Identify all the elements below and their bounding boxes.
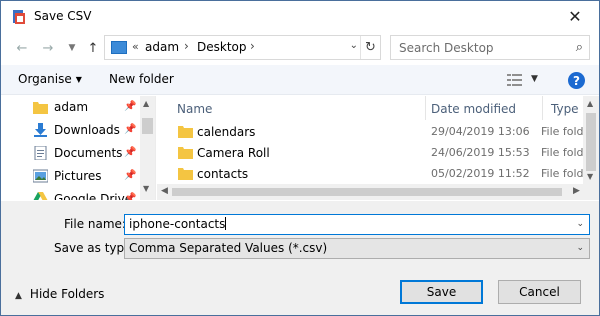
file-row[interactable]: calendars 29/04/2019 13:06 File folder [157, 122, 595, 143]
view-options-icon[interactable] [507, 73, 523, 87]
pin-icon[interactable]: 📌 [124, 170, 136, 184]
desktop-icon [111, 41, 127, 54]
pin-icon[interactable]: 📌 [124, 147, 136, 161]
breadcrumb-separator-icon[interactable]: › [184, 39, 189, 53]
folder-icon [178, 168, 193, 180]
file-name-value: iphone-contacts [129, 217, 226, 231]
scrollbar-thumb[interactable] [142, 118, 153, 134]
hide-folders-button[interactable]: ▲ Hide Folders [15, 287, 104, 301]
google-drive-icon [33, 192, 48, 200]
up-button[interactable]: ↑ [84, 39, 102, 57]
chevron-down-icon: ▼ [68, 43, 76, 53]
file-name-field[interactable]: iphone-contacts ⌄ [124, 214, 590, 235]
scrollbar-thumb[interactable] [586, 113, 596, 171]
breadcrumb-separator-icon[interactable]: › [250, 39, 255, 53]
breadcrumb-desktop[interactable]: Desktop [197, 40, 247, 54]
forward-button[interactable]: → [39, 39, 57, 57]
title-bar: Save CSV ✕ [1, 1, 599, 31]
scroll-right-icon[interactable]: ▶ [573, 186, 580, 196]
address-overflow[interactable]: « [132, 40, 139, 53]
navigation-row: ← → ▼ ↑ « adam › Desktop › ⌄ ↻ Search De… [1, 33, 599, 63]
text-caret [225, 217, 227, 230]
save-as-type-select[interactable]: Comma Separated Values (*.csv) ⌄ [124, 238, 590, 259]
chevron-down-icon[interactable]: ⌄ [576, 219, 584, 229]
scrollbar-thumb[interactable] [172, 188, 562, 196]
column-separator[interactable] [542, 96, 543, 120]
search-box[interactable]: Search Desktop ⌕ [390, 35, 590, 60]
folder-icon [178, 147, 193, 159]
file-name: calendars [197, 125, 256, 139]
sort-ascending-icon: ⌃ [291, 96, 299, 102]
save-form-panel: File name: iphone-contacts ⌄ Save as typ… [1, 201, 599, 315]
folder-icon [33, 102, 48, 114]
pictures-icon [33, 169, 48, 183]
close-icon: ✕ [568, 6, 582, 26]
nav-item-label: adam [54, 100, 89, 114]
organise-button[interactable]: Organise ▼ [18, 72, 82, 86]
column-separator[interactable] [425, 96, 426, 120]
close-button[interactable]: ✕ [557, 3, 593, 29]
nav-item-label: Pictures [54, 169, 102, 183]
file-name-input[interactable]: iphone-contacts [129, 217, 227, 231]
pin-icon[interactable]: 📌 [124, 193, 136, 200]
file-name: contacts [197, 167, 249, 181]
file-list: ⌃ Name Date modified Type calendars 29/0… [157, 96, 599, 200]
scroll-up-icon[interactable]: ▲ [587, 99, 593, 108]
file-row[interactable]: contacts 05/02/2019 11:52 File folder [157, 164, 595, 185]
arrow-up-icon: ↑ [87, 40, 99, 56]
nav-item-label: Documents [54, 146, 123, 160]
save-button[interactable]: Save [400, 280, 483, 304]
arrow-left-icon: ← [16, 40, 28, 56]
refresh-button[interactable]: ↻ [360, 36, 380, 59]
back-button[interactable]: ← [13, 39, 31, 57]
cancel-button[interactable]: Cancel [498, 280, 581, 304]
address-dropdown-icon[interactable]: ⌄ [350, 40, 358, 51]
navigation-pane: adam 📌 Downloads 📌 Documents 📌 Pictures … [1, 96, 156, 200]
chevron-down-icon[interactable]: ⌄ [576, 243, 584, 253]
scroll-left-icon[interactable]: ◀ [161, 186, 168, 196]
address-bar[interactable]: « adam › Desktop › ⌄ ↻ [104, 35, 381, 60]
recent-locations-button[interactable]: ▼ [63, 39, 81, 57]
save-as-type-value: Comma Separated Values (*.csv) [129, 241, 328, 255]
save-csv-dialog: Save CSV ✕ ← → ▼ ↑ « adam › Desktop › ⌄ … [0, 0, 600, 316]
arrow-right-icon: → [42, 40, 54, 56]
window-title: Save CSV [34, 9, 92, 23]
nav-item-label: Google Drive [54, 192, 133, 200]
view-dropdown-icon[interactable]: ▼ [531, 74, 538, 84]
file-name: Camera Roll [197, 146, 270, 160]
hide-folders-label: Hide Folders [29, 287, 105, 301]
folder-icon [178, 126, 193, 138]
file-list-horizontal-scrollbar[interactable]: ◀ ▶ [157, 184, 599, 200]
documents-icon [34, 146, 47, 160]
command-bar: Organise ▼ New folder ▼ ? [1, 65, 599, 95]
nav-item-label: Downloads [54, 123, 120, 137]
file-date: 24/06/2019 15:53 [431, 146, 530, 159]
chevron-up-icon: ▲ [15, 291, 22, 301]
refresh-icon: ↻ [365, 40, 376, 55]
pin-icon[interactable]: 📌 [124, 124, 136, 138]
scroll-down-icon[interactable]: ▼ [587, 172, 593, 181]
pin-icon[interactable]: 📌 [124, 101, 136, 115]
download-icon [34, 123, 47, 137]
file-date: 29/04/2019 13:06 [431, 125, 530, 138]
nav-pane-scrollbar[interactable]: ▲ ▼ [140, 96, 155, 200]
app-icon [13, 10, 25, 24]
organise-label: Organise [18, 72, 72, 86]
new-folder-button[interactable]: New folder [109, 72, 174, 86]
file-name-label: File name: [64, 217, 126, 231]
search-icon: ⌕ [575, 40, 583, 55]
scroll-up-icon[interactable]: ▲ [143, 99, 149, 108]
file-row[interactable]: Camera Roll 24/06/2019 15:53 File folder [157, 143, 595, 164]
search-input[interactable]: Search Desktop [399, 41, 494, 55]
breadcrumb-adam[interactable]: adam [145, 40, 179, 54]
scroll-down-icon[interactable]: ▼ [143, 184, 149, 193]
chevron-down-icon: ▼ [75, 75, 82, 84]
file-date: 05/02/2019 11:52 [431, 167, 530, 180]
file-list-vertical-scrollbar[interactable]: ▲ ▼ [583, 96, 599, 184]
help-button[interactable]: ? [568, 72, 585, 89]
